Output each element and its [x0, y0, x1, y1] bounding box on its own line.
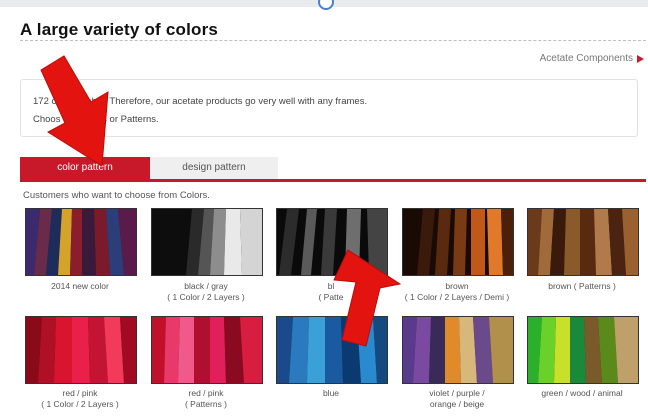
caption-line-2: ( 1 Color / 2 Layers )	[167, 292, 245, 302]
caption-line-2: ( Patterns )	[184, 399, 228, 409]
red-arrow-icon	[333, 249, 402, 347]
swatch-caption: black / gray ( 1 Color / 2 Layers )	[141, 281, 271, 303]
caption-line-2: ( 1 Color / 2 Layers / Demi )	[404, 292, 510, 302]
swatch-caption: green / wood / animal	[517, 388, 647, 399]
caption-line-1: brown	[445, 281, 469, 291]
tab-design-pattern[interactable]: design pattern	[150, 157, 278, 179]
swatch-caption: red / pink ( Patterns )	[141, 388, 271, 410]
swatch-green-wood-animal[interactable]	[527, 316, 639, 384]
swatch-red-pink[interactable]	[25, 316, 137, 384]
section-subtitle: Customers who want to choose from Colors…	[23, 190, 210, 201]
caption-line-1: green / wood / animal	[541, 388, 623, 398]
caption-line-2: orange / beige	[429, 399, 485, 409]
swatch-black-gray[interactable]	[151, 208, 263, 276]
caption-line-1: blue	[322, 388, 340, 398]
page-title: A large variety of colors	[20, 20, 219, 39]
caption-line-1: brown ( Patterns )	[548, 281, 616, 291]
caption-line-1: red / pink	[188, 388, 224, 398]
swatch-brown[interactable]	[402, 208, 514, 276]
swatch-caption: brown ( 1 Color / 2 Layers / Demi )	[392, 281, 522, 303]
caption-line-2: ( 1 Color / 2 Layers )	[41, 399, 119, 409]
acetate-link-label: Acetate Components	[539, 53, 633, 64]
swatch-caption: red / pink ( 1 Color / 2 Layers )	[15, 388, 145, 410]
caption-line-1: black / gray	[184, 281, 228, 291]
page-icon	[318, 0, 334, 10]
arrow-right-icon	[637, 54, 644, 63]
caption-line-1: red / pink	[62, 388, 98, 398]
tab-underline	[20, 179, 646, 182]
caption-line-1: 2014 new color	[51, 281, 109, 291]
swatch-caption: brown ( Patterns )	[517, 281, 647, 292]
swatch-caption: blue	[266, 388, 396, 399]
swatch-caption: violet / purple / orange / beige	[392, 388, 522, 410]
swatch-caption: 2014 new color	[15, 281, 145, 292]
red-arrow-icon	[40, 55, 109, 167]
swatch-violet-purple[interactable]	[402, 316, 514, 384]
swatch-red-pink-patterns[interactable]	[151, 316, 263, 384]
acetate-components-link[interactable]: Acetate Components	[540, 53, 644, 64]
swatch-brown-patterns[interactable]	[527, 208, 639, 276]
title-divider	[20, 40, 646, 41]
swatch-2014-new-color[interactable]	[25, 208, 137, 276]
caption-line-1: violet / purple /	[429, 388, 485, 398]
